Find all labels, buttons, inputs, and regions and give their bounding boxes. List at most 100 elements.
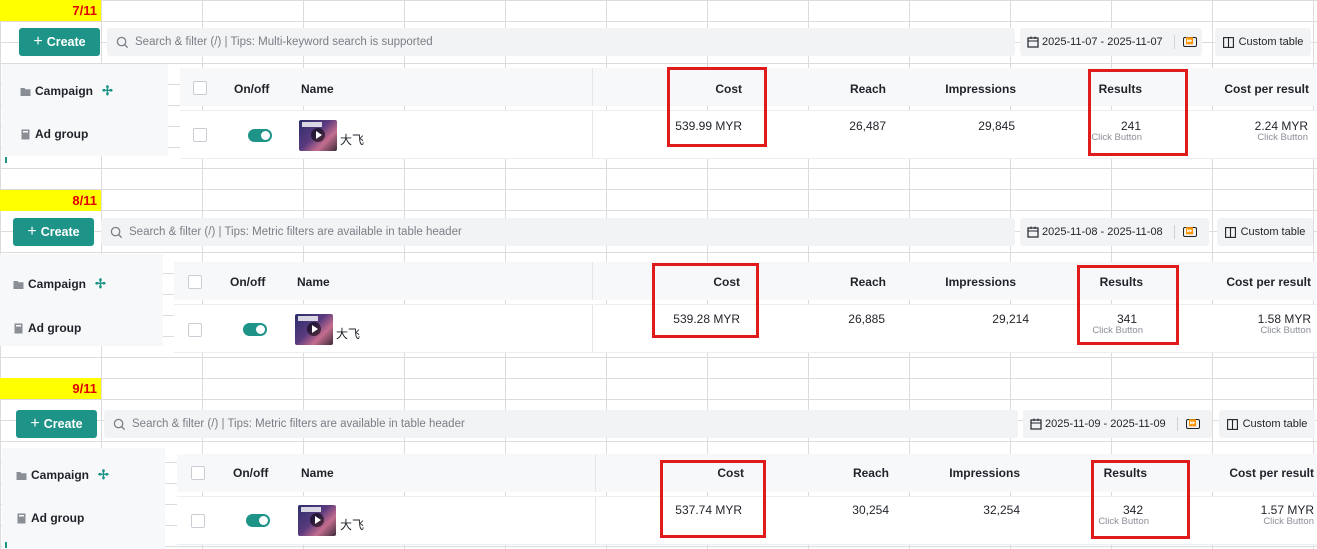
date-range-text: 2025-11-09 - 2025-11-09 — [1045, 418, 1166, 430]
column-reach[interactable]: Reach — [850, 275, 886, 289]
level-sidebar: Campaign ✢ Ad group — [2, 64, 168, 156]
sidebar-item-label: Ad group — [28, 321, 82, 335]
search-icon — [116, 36, 129, 48]
thumbnail-caption — [298, 316, 318, 321]
columns-icon — [1222, 36, 1234, 48]
column-cost-per-result[interactable]: Cost per result — [1226, 275, 1311, 289]
sidebar-item-campaign[interactable]: Campaign ✢ — [13, 276, 106, 292]
select-all-checkbox[interactable] — [191, 466, 205, 480]
plus-icon: + — [30, 415, 40, 432]
column-name[interactable]: Name — [301, 466, 334, 480]
timezone-icon[interactable]: ⏩ — [1182, 227, 1197, 237]
sidebar-item-label: Ad group — [31, 511, 85, 525]
reach-value: 26,885 — [848, 312, 885, 326]
column-onoff[interactable]: On/off — [233, 466, 268, 480]
column-impressions[interactable]: Impressions — [949, 466, 1020, 480]
divider — [1173, 225, 1175, 239]
search-input[interactable]: Search & filter (/) | Tips: Multi-keywor… — [107, 28, 1015, 56]
pin-icon[interactable]: ✢ — [102, 83, 113, 99]
timezone-icon[interactable]: ⏩ — [1185, 419, 1200, 429]
thumbnail-caption — [302, 122, 322, 127]
column-onoff[interactable]: On/off — [230, 275, 265, 289]
ad-group-icon — [21, 129, 30, 139]
sidebar-item-campaign[interactable]: Campaign ✢ — [16, 467, 109, 483]
date-range-picker[interactable]: 2025-11-07 - 2025-11-07 ⏩ — [1020, 28, 1202, 56]
snapshot-9-11: 9/11 + Create Search & filter (/) | Tips… — [0, 378, 1317, 549]
create-button[interactable]: + Create — [16, 410, 97, 438]
toolbar: + Create Search & filter (/) | Tips: Mul… — [0, 25, 1317, 59]
sidebar-item-ad-group[interactable]: Ad group — [20, 127, 88, 141]
cost-per-result-value: 2.24 MYR — [1254, 119, 1308, 133]
column-name[interactable]: Name — [297, 275, 330, 289]
row-checkbox[interactable] — [188, 323, 202, 337]
columns-icon — [1226, 418, 1238, 430]
sidebar-item-ad-group[interactable]: Ad group — [16, 511, 84, 525]
folder-icon — [20, 87, 31, 96]
date-range-picker[interactable]: 2025-11-09 - 2025-11-09 ⏩ — [1023, 410, 1212, 438]
sidebar-item-campaign[interactable]: Campaign ✢ — [20, 83, 113, 99]
column-reach[interactable]: Reach — [853, 466, 889, 480]
ad-thumbnail[interactable] — [299, 120, 337, 151]
calendar-icon — [1027, 36, 1039, 48]
on-off-toggle[interactable] — [243, 323, 267, 336]
custom-table-button[interactable]: Custom table — [1215, 28, 1311, 56]
sidebar-item-ad-group[interactable]: Ad group — [13, 321, 81, 335]
cost-highlight-box — [652, 263, 759, 338]
search-input[interactable]: Search & filter (/) | Tips: Metric filte… — [101, 218, 1015, 246]
results-highlight-box — [1088, 69, 1188, 156]
column-reach[interactable]: Reach — [850, 82, 886, 96]
snapshot-7-11: 7/11 + Create Search & filter (/) | Tips… — [0, 0, 1317, 194]
row-marker — [5, 157, 7, 163]
date-range-picker[interactable]: 2025-11-08 - 2025-11-08 ⏩ — [1020, 218, 1209, 246]
column-impressions[interactable]: Impressions — [945, 275, 1016, 289]
pin-icon[interactable]: ✢ — [98, 467, 109, 483]
cost-highlight-box — [667, 67, 767, 147]
level-sidebar: Campaign ✢ Ad group — [2, 448, 165, 549]
timezone-icon[interactable]: ⏩ — [1182, 37, 1197, 47]
impressions-value: 29,214 — [992, 312, 1029, 326]
column-cost-per-result[interactable]: Cost per result — [1229, 466, 1314, 480]
cost-per-result-value: 1.57 MYR — [1260, 503, 1314, 517]
play-icon — [307, 322, 321, 336]
sidebar-item-label: Campaign — [31, 468, 90, 482]
pin-icon[interactable]: ✢ — [95, 276, 106, 292]
sidebar-item-label: Ad group — [35, 127, 89, 141]
column-cost-per-result[interactable]: Cost per result — [1224, 82, 1309, 96]
plus-icon: + — [27, 223, 37, 240]
row-marker — [5, 542, 7, 548]
ad-name[interactable]: 大飞 — [340, 131, 364, 148]
date-range-text: 2025-11-08 - 2025-11-08 — [1042, 226, 1163, 238]
ad-thumbnail[interactable] — [298, 505, 336, 536]
cost-per-result-subtext: Click Button — [1260, 325, 1311, 336]
ad-name[interactable]: 大飞 — [336, 325, 360, 342]
ad-group-icon — [17, 513, 26, 523]
impressions-value: 32,254 — [983, 503, 1020, 517]
search-input[interactable]: Search & filter (/) | Tips: Metric filte… — [104, 410, 1018, 438]
on-off-toggle[interactable] — [246, 514, 270, 527]
day-label: 9/11 — [0, 378, 101, 399]
row-checkbox[interactable] — [191, 514, 205, 528]
ad-name[interactable]: 大飞 — [340, 516, 364, 533]
create-button[interactable]: + Create — [13, 218, 94, 246]
row-checkbox[interactable] — [193, 128, 207, 142]
search-icon — [113, 418, 126, 430]
ad-thumbnail[interactable] — [295, 314, 333, 345]
select-all-checkbox[interactable] — [193, 81, 207, 95]
column-impressions[interactable]: Impressions — [945, 82, 1016, 96]
custom-table-button[interactable]: Custom table — [1219, 410, 1315, 438]
column-name[interactable]: Name — [301, 82, 334, 96]
ad-group-icon — [14, 323, 23, 333]
select-all-checkbox[interactable] — [188, 275, 202, 289]
snapshot-8-11: 8/11 + Create Search & filter (/) | Tips… — [0, 190, 1317, 384]
create-button[interactable]: + Create — [19, 28, 100, 56]
search-placeholder: Search & filter (/) | Tips: Multi-keywor… — [135, 36, 433, 48]
calendar-icon — [1030, 418, 1042, 430]
custom-table-label: Custom table — [1240, 226, 1306, 238]
custom-table-label: Custom table — [1238, 36, 1304, 48]
on-off-toggle[interactable] — [248, 129, 272, 142]
day-label: 7/11 — [0, 0, 101, 21]
cost-per-result-subtext: Click Button — [1263, 516, 1314, 527]
column-onoff[interactable]: On/off — [234, 82, 269, 96]
custom-table-button[interactable]: Custom table — [1217, 218, 1313, 246]
search-placeholder: Search & filter (/) | Tips: Metric filte… — [129, 226, 462, 238]
